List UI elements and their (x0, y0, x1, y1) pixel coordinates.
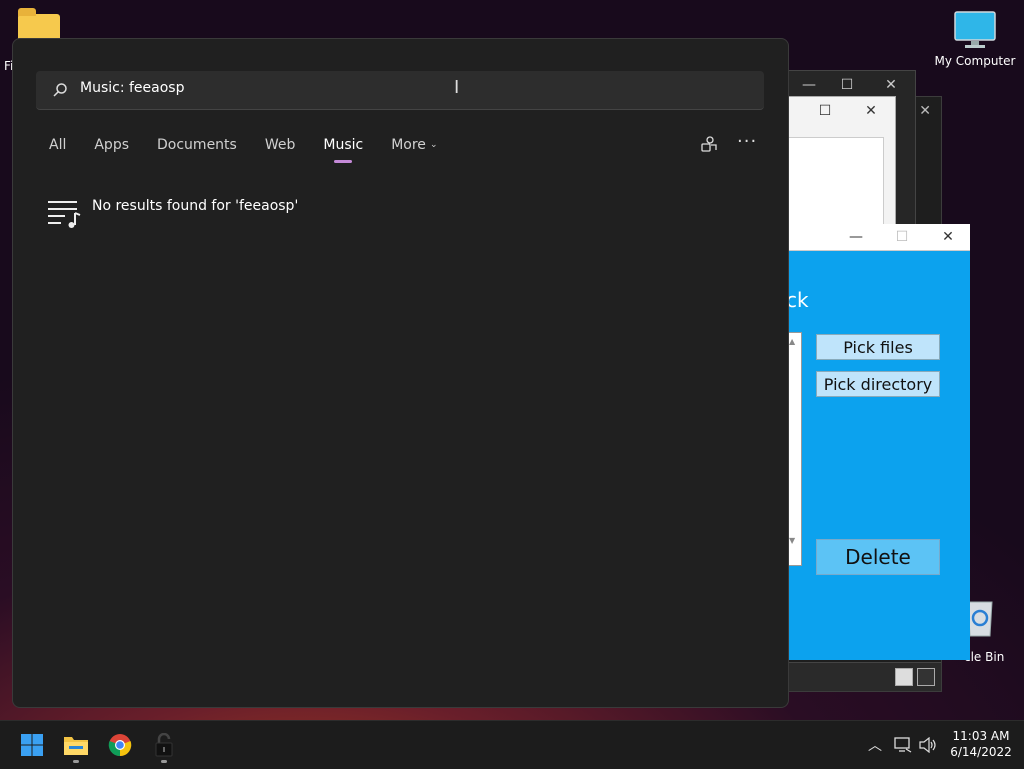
text-cursor-icon: I (454, 77, 460, 98)
music-list-icon (48, 201, 81, 228)
pick-directory-button[interactable]: Pick directory (816, 371, 940, 397)
tab-more[interactable]: More ⌄ (391, 137, 437, 153)
running-indicator (73, 760, 79, 763)
close-icon[interactable]: ✕ (919, 103, 931, 119)
tab-documents[interactable]: Documents (157, 137, 237, 153)
taskbar-lock-app[interactable] (150, 731, 178, 763)
search-box[interactable]: I (36, 71, 764, 110)
minimize-icon[interactable]: — (834, 224, 878, 250)
preview-view-icon[interactable] (917, 668, 935, 686)
monitor-icon (954, 11, 996, 48)
maximize-icon[interactable]: ☐ (825, 71, 869, 99)
no-results-message: No results found for 'feeaosp' (92, 198, 299, 214)
pick-files-button[interactable]: Pick files (816, 334, 940, 360)
tab-all[interactable]: All (49, 137, 66, 153)
running-indicator (161, 760, 167, 763)
status-bar (787, 662, 941, 691)
search-filter-tabs: All Apps Documents Web Music More ⌄ (49, 137, 437, 153)
folder-icon (64, 737, 88, 755)
search-icon (53, 83, 67, 97)
maximize-icon[interactable]: ☐ (803, 97, 847, 125)
tab-music[interactable]: Music (323, 137, 363, 153)
search-input[interactable] (78, 79, 682, 97)
search-panel: I All Apps Documents Web Music More ⌄ ··… (12, 38, 789, 708)
close-icon[interactable]: ✕ (849, 97, 893, 125)
title-bar: — ☐ ✕ (786, 224, 970, 251)
maximize-icon[interactable]: ☐ (880, 224, 924, 250)
tab-apps[interactable]: Apps (94, 137, 129, 153)
clock-time: 11:03 AM (952, 729, 1010, 743)
taskbar-chrome[interactable] (106, 731, 134, 759)
volume-icon[interactable] (919, 737, 937, 753)
close-icon[interactable]: ✕ (869, 71, 913, 99)
account-icon[interactable] (700, 135, 718, 153)
scroll-down-icon[interactable]: ▼ (789, 536, 795, 545)
tab-more-label: More (391, 137, 426, 153)
tab-web[interactable]: Web (265, 137, 296, 153)
more-options-icon[interactable]: ··· (737, 131, 757, 152)
desktop-icon-label: My Computer (934, 54, 1016, 68)
taskbar: ︿ 11:03 AM 6/14/2022 (0, 720, 1024, 769)
clock-date: 6/14/2022 (950, 745, 1012, 759)
network-icon[interactable] (894, 737, 912, 753)
chrome-icon (108, 734, 132, 757)
windows-logo-icon (21, 734, 43, 756)
start-button[interactable] (18, 731, 46, 759)
details-view-icon[interactable] (895, 668, 913, 686)
delete-button[interactable]: Delete (816, 539, 940, 575)
content-area (787, 137, 884, 229)
file-picker-window: — ☐ ✕ ck ▲ ▼ Pick files Pick directory D… (786, 224, 970, 660)
close-icon[interactable]: ✕ (926, 224, 970, 250)
scroll-up-icon[interactable]: ▲ (789, 337, 795, 346)
window-heading: ck (786, 288, 809, 312)
taskbar-file-explorer[interactable] (62, 731, 90, 763)
chevron-down-icon: ⌄ (429, 140, 438, 150)
background-window-white: ☐ ✕ (786, 96, 896, 238)
lock-icon (155, 733, 173, 757)
chevron-up-icon[interactable]: ︿ (868, 735, 882, 755)
clock[interactable]: 11:03 AM 6/14/2022 (946, 728, 1016, 760)
desktop-icon-my-computer[interactable]: My Computer (932, 10, 1018, 68)
